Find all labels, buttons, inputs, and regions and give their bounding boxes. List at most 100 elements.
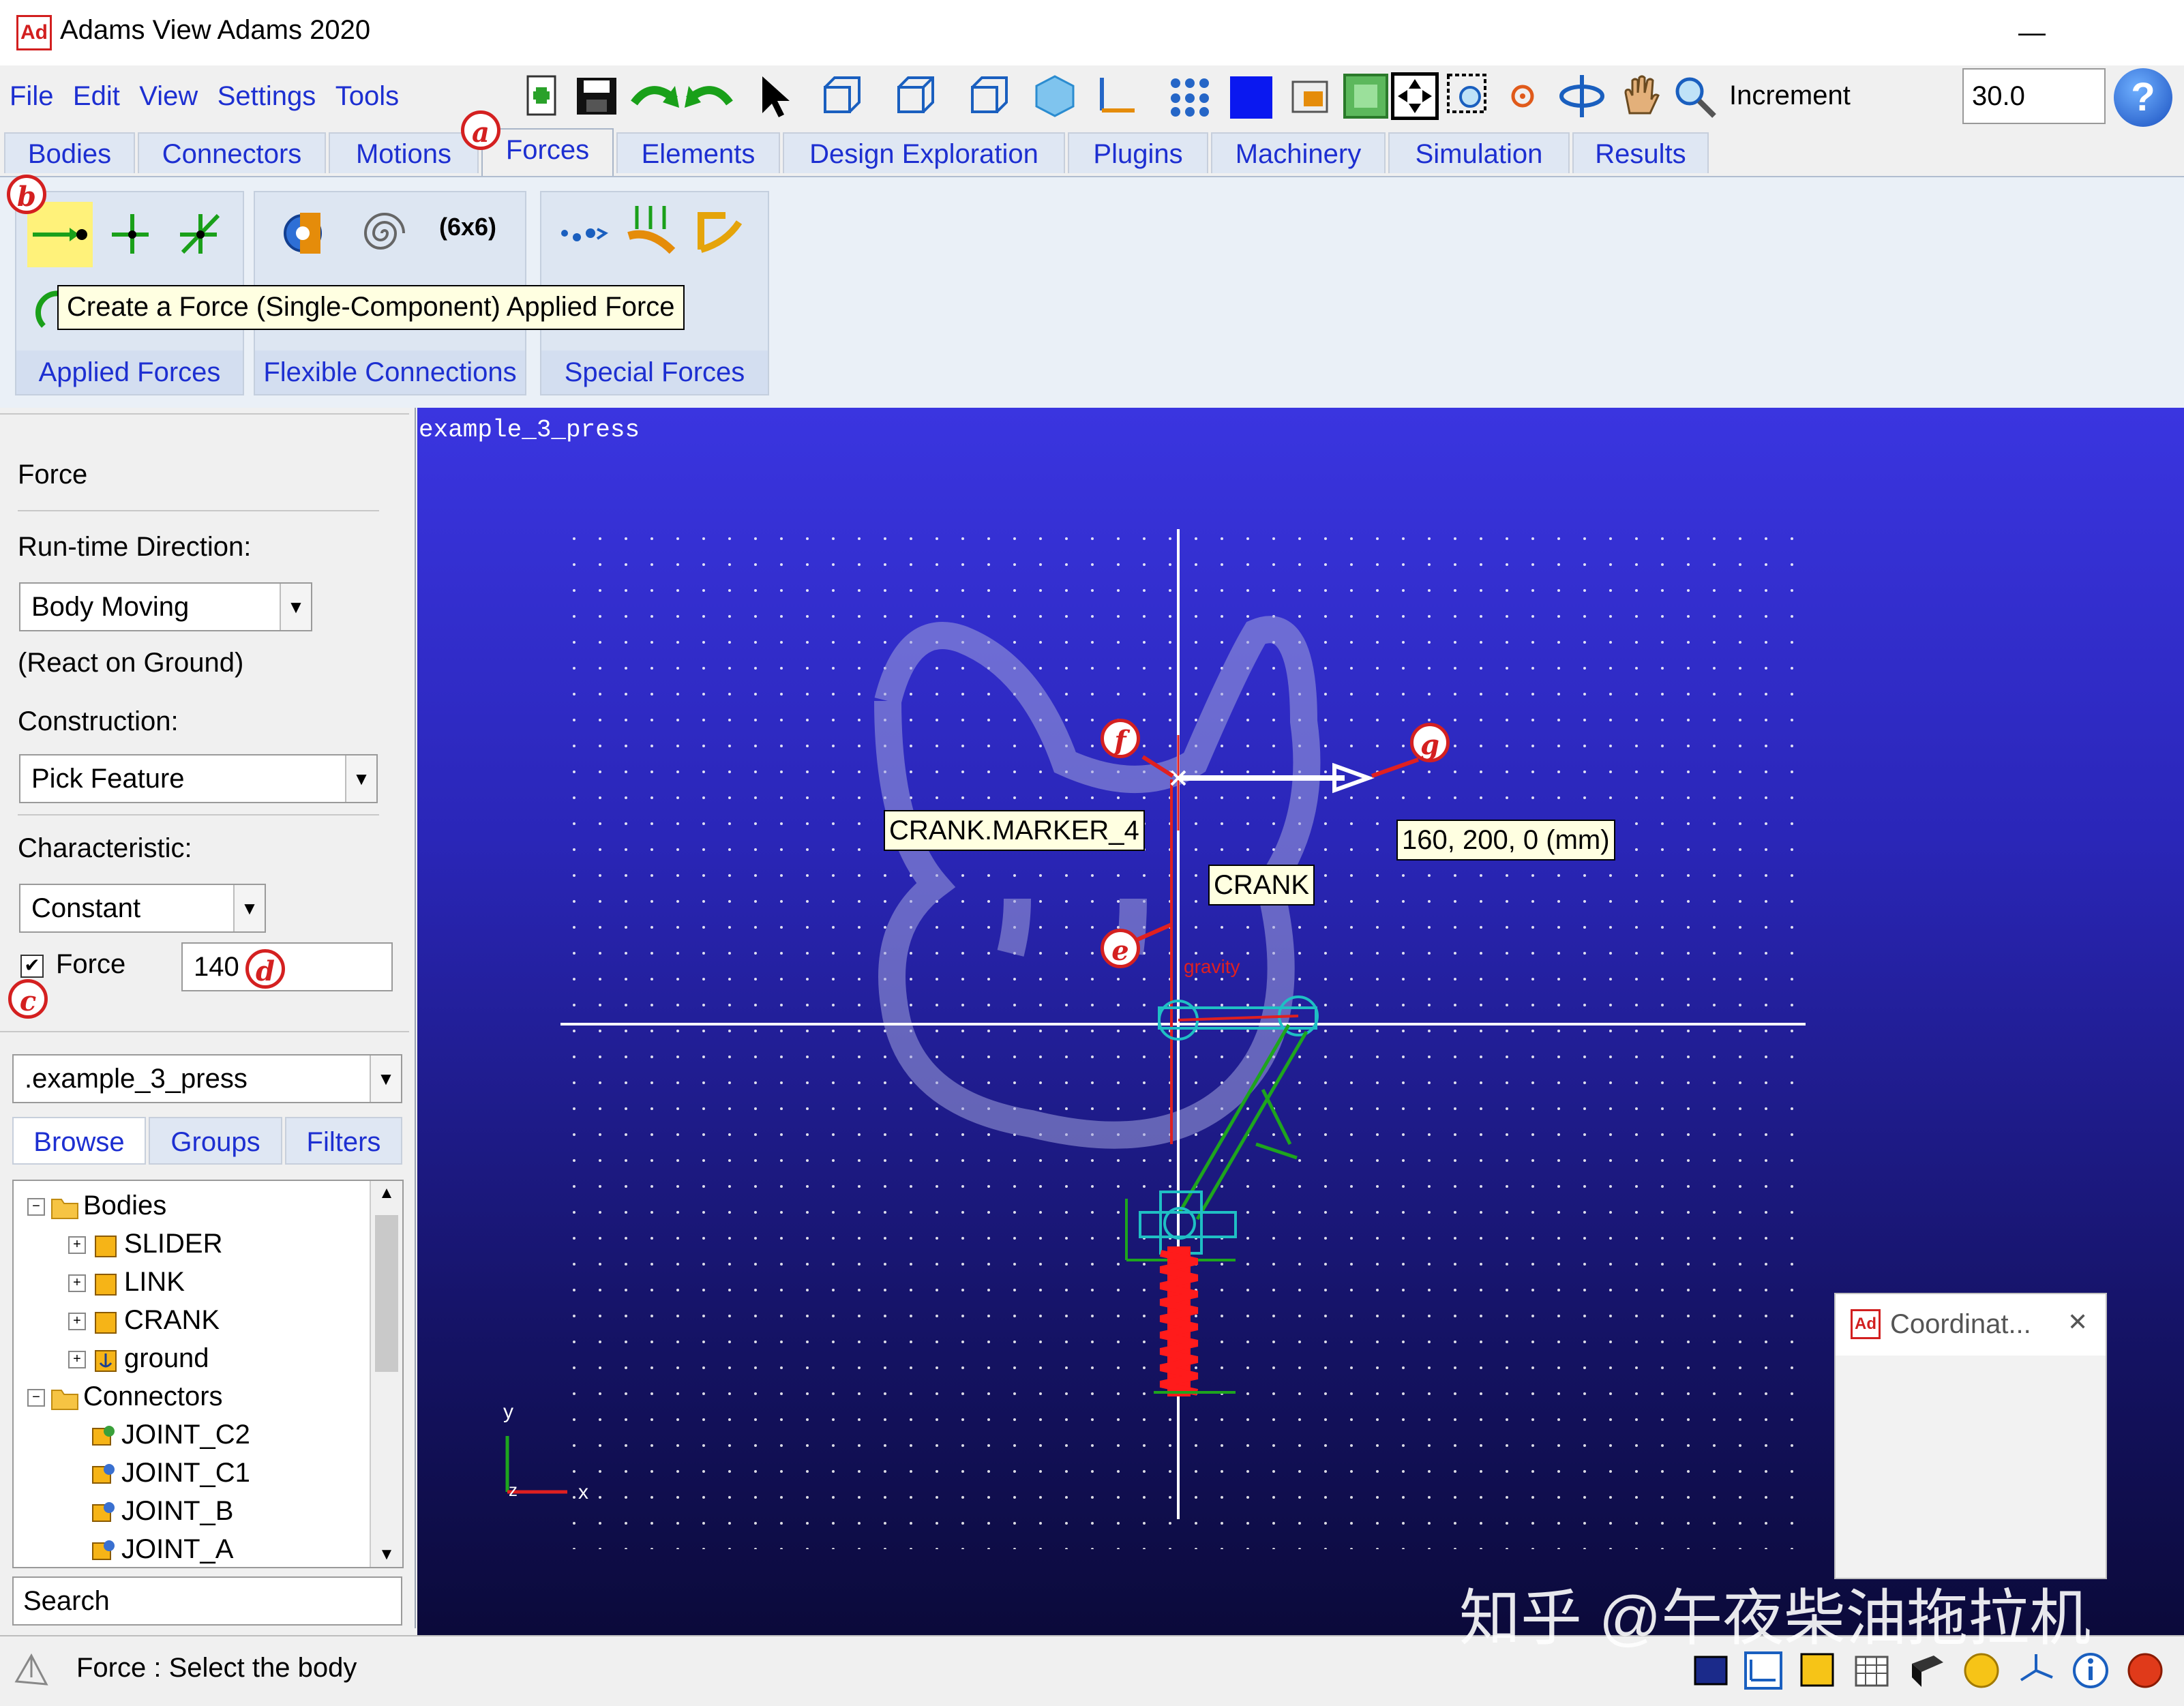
tab-motions[interactable]: Motions <box>329 132 479 173</box>
adams-logo-icon: Ad <box>16 15 52 50</box>
runtime-direction-select[interactable]: Body Moving ▼ <box>19 582 312 631</box>
triad-y-label: y <box>503 1401 513 1423</box>
tree-label: JOINT_C2 <box>121 1420 250 1450</box>
center-view-icon[interactable] <box>1499 72 1546 120</box>
new-model-icon[interactable] <box>518 72 566 120</box>
redo-icon[interactable] <box>682 72 736 120</box>
divider <box>0 1031 409 1032</box>
collapse-icon[interactable]: − <box>27 1389 45 1407</box>
tree-node-bodies[interactable]: − Bodies <box>27 1186 166 1225</box>
triad-icon[interactable] <box>1091 72 1139 120</box>
three-component-force-icon[interactable] <box>105 206 160 260</box>
tree-item-joint-b[interactable]: JOINT_B <box>89 1492 233 1530</box>
scroll-thumb[interactable] <box>375 1215 398 1372</box>
scroll-up-icon[interactable]: ▲ <box>371 1184 402 1203</box>
single-component-force-button[interactable] <box>27 202 93 267</box>
characteristic-select[interactable]: Constant ▼ <box>19 884 266 933</box>
rotate-view-icon[interactable] <box>1555 72 1609 120</box>
tree-node-connectors[interactable]: − Connectors <box>27 1377 223 1416</box>
body-part-icon <box>95 1236 117 1258</box>
divider <box>18 510 379 511</box>
help-button[interactable]: ? <box>2114 68 2172 127</box>
tree-item-ground[interactable]: + ground <box>68 1339 209 1377</box>
wireframe-status-icon <box>14 1653 48 1686</box>
view-top-icon[interactable] <box>966 72 1013 120</box>
scroll-down-icon[interactable]: ▼ <box>371 1545 402 1564</box>
bushing-icon[interactable] <box>275 206 330 260</box>
close-icon[interactable]: ✕ <box>2067 1308 2088 1336</box>
group-label-special-forces: Special Forces <box>541 350 768 394</box>
tree-scrollbar[interactable]: ▲ ▼ <box>370 1181 402 1567</box>
menu-tools[interactable]: Tools <box>335 65 399 127</box>
menu-view[interactable]: View <box>139 65 198 127</box>
zoom-box-icon[interactable] <box>1446 72 1493 120</box>
tab-filters[interactable]: Filters <box>285 1117 402 1165</box>
view-right-icon[interactable] <box>892 72 940 120</box>
zoom-icon[interactable] <box>1671 72 1718 120</box>
collapse-icon[interactable]: − <box>27 1198 45 1216</box>
expand-icon[interactable]: + <box>68 1236 86 1255</box>
runtime-direction-label: Run-time Direction: <box>18 532 252 562</box>
tab-elements[interactable]: Elements <box>616 132 780 173</box>
tab-simulation[interactable]: Simulation <box>1388 132 1570 173</box>
torsion-spring-icon[interactable] <box>357 206 412 260</box>
pan-hand-icon[interactable] <box>1616 72 1664 120</box>
save-icon[interactable] <box>573 72 620 120</box>
tab-forces[interactable]: Forces <box>481 128 614 176</box>
render-mode-icon[interactable] <box>1289 72 1336 120</box>
force-checkbox[interactable]: ✔ <box>20 955 44 978</box>
menu-edit[interactable]: Edit <box>73 65 120 127</box>
grid-icon[interactable] <box>1166 72 1214 120</box>
expand-icon[interactable]: + <box>68 1351 86 1369</box>
tree-item-link[interactable]: + LINK <box>68 1263 185 1301</box>
callout-a: a <box>461 110 500 150</box>
gravity-force-icon[interactable] <box>623 202 678 256</box>
group-label-flexible-connections: Flexible Connections <box>255 350 525 394</box>
menu-settings[interactable]: Settings <box>218 65 316 127</box>
tab-browse[interactable]: Browse <box>12 1117 146 1165</box>
menu-bar: File Edit View Settings Tools <box>0 65 491 127</box>
tab-groups[interactable]: Groups <box>149 1117 282 1165</box>
construction-label: Construction: <box>18 706 179 736</box>
tree-item-crank[interactable]: + CRANK <box>68 1301 220 1339</box>
gravity-label: gravity <box>1184 956 1240 977</box>
select-arrow-icon[interactable] <box>750 72 798 120</box>
model-tree: ▲ ▼ − Bodies + SLIDER + LINK + CRANK + ground… <box>12 1180 404 1568</box>
tab-results[interactable]: Results <box>1572 132 1709 173</box>
expand-icon[interactable]: + <box>68 1274 86 1293</box>
view-front-icon[interactable] <box>818 72 866 120</box>
force-value-input[interactable]: 140 <box>181 942 393 991</box>
tree-item-joint-c2[interactable]: JOINT_C2 <box>89 1416 250 1454</box>
tab-bodies[interactable]: Bodies <box>4 132 135 173</box>
increment-input[interactable]: 30.0 <box>1962 68 2106 124</box>
coordinates-window[interactable]: Ad Coordinat... ✕ <box>1834 1293 2107 1579</box>
coordinates-window-titlebar[interactable]: Ad Coordinat... ✕ <box>1836 1294 2106 1356</box>
watermark-text: 知乎 @午夜柴油拖拉机 <box>1459 1585 2091 1653</box>
ribbon-tabs: Bodies Connectors Motions Forces Element… <box>0 128 2184 176</box>
search-input[interactable]: Search <box>12 1576 402 1626</box>
render-color-icon[interactable] <box>1227 72 1275 120</box>
tree-item-joint-c1[interactable]: JOINT_C1 <box>89 1454 250 1492</box>
tab-design-exploration[interactable]: Design Exploration <box>783 132 1065 173</box>
beam-force-icon[interactable] <box>691 202 746 256</box>
tab-connectors[interactable]: Connectors <box>138 132 326 173</box>
body-part-icon <box>95 1274 117 1296</box>
zoom-fit-all-icon[interactable] <box>1391 72 1439 120</box>
model-select[interactable]: .example_3_press ▼ <box>12 1054 402 1103</box>
joint-icon <box>92 1540 115 1561</box>
expand-icon[interactable]: + <box>68 1313 86 1331</box>
tooltip: Create a Force (Single-Component) Applie… <box>57 285 685 330</box>
general-force-icon[interactable] <box>173 206 228 260</box>
field-6x6-button[interactable]: (6x6) <box>439 213 514 267</box>
fit-view-icon[interactable] <box>1342 72 1390 120</box>
stop-icon[interactable] <box>2125 1650 2166 1691</box>
tab-plugins[interactable]: Plugins <box>1068 132 1208 173</box>
tree-item-joint-a[interactable]: JOINT_A <box>89 1530 233 1568</box>
tab-machinery[interactable]: Machinery <box>1211 132 1386 173</box>
tree-item-slider[interactable]: + SLIDER <box>68 1225 223 1263</box>
menu-file[interactable]: File <box>10 65 53 127</box>
view-iso-icon[interactable] <box>1031 72 1079 120</box>
construction-select[interactable]: Pick Feature ▼ <box>19 754 378 803</box>
undo-icon[interactable] <box>627 72 682 120</box>
modal-force-icon[interactable] <box>555 206 610 260</box>
